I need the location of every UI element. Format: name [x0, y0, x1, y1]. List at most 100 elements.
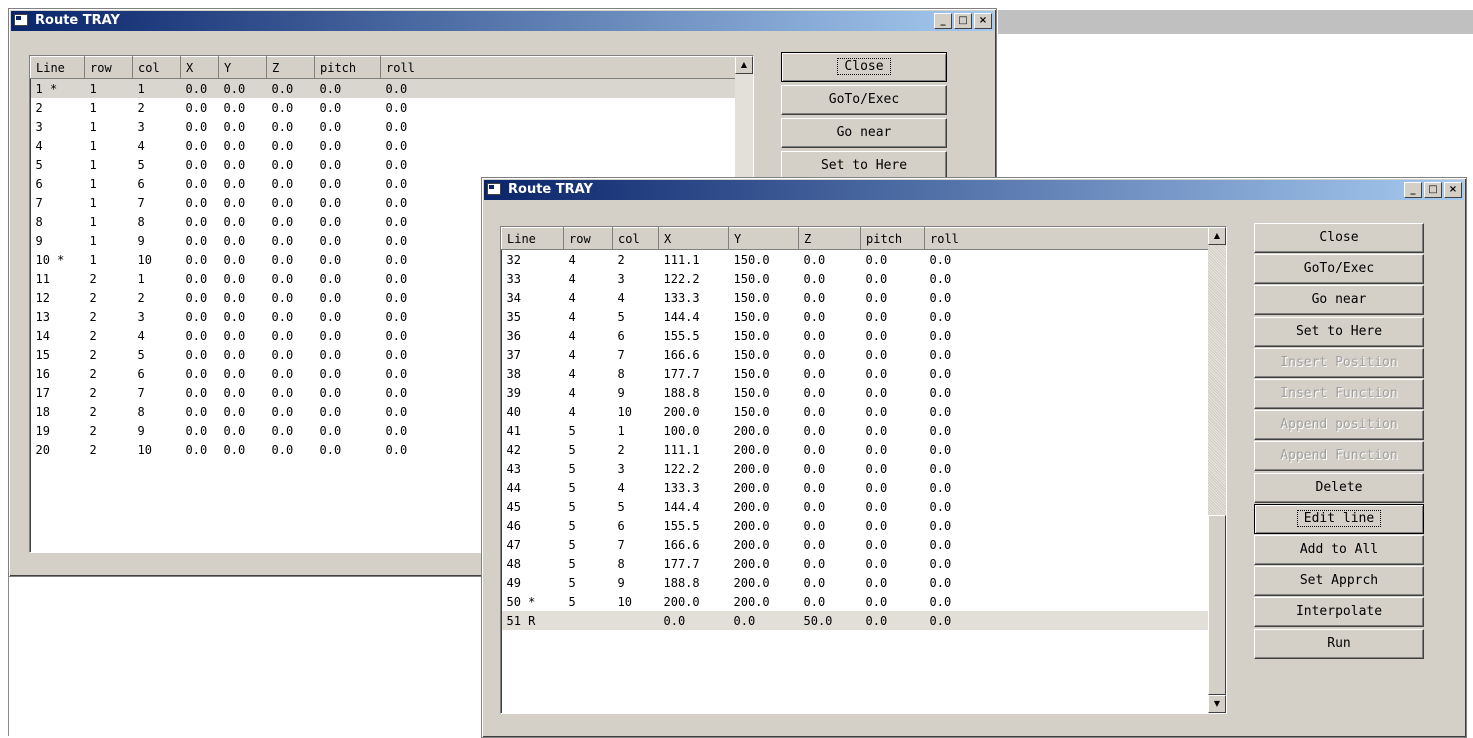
column-header-row[interactable]: row: [84, 56, 133, 79]
cell-roll: 0.0: [929, 328, 952, 343]
table-row[interactable]: 46 5 6 155.5 200.0 0.0 0.0 0.0: [502, 516, 1209, 535]
table-row[interactable]: 5 1 5 0.0 0.0 0.0 0.0 0.0: [31, 155, 736, 174]
cell-row: 1: [89, 252, 97, 267]
column-header-col[interactable]: col: [132, 56, 181, 79]
table-row[interactable]: 48 5 8 177.7 200.0 0.0 0.0 0.0: [502, 554, 1209, 573]
go-near-button[interactable]: Go near: [1254, 285, 1424, 316]
column-header-x[interactable]: X: [658, 227, 729, 250]
table-row[interactable]: 4 1 4 0.0 0.0 0.0 0.0 0.0: [31, 136, 736, 155]
column-header-pitch[interactable]: pitch: [314, 56, 381, 79]
table-row[interactable]: 45 5 5 144.4 200.0 0.0 0.0 0.0: [502, 497, 1209, 516]
column-header-x[interactable]: X: [180, 56, 219, 79]
cell-roll: 0.0: [924, 611, 1209, 630]
minimize-button[interactable]: _: [1404, 182, 1422, 198]
scroll-thumb[interactable]: [1208, 515, 1226, 695]
column-header-line[interactable]: Line: [30, 56, 85, 79]
route-grid[interactable]: Line row col X Y Zpitch roll 32 4 2 111.1 150.0 0.0…: [500, 226, 1227, 714]
set-to-here-button[interactable]: Set to Here: [1254, 316, 1424, 347]
cell-line: 36: [506, 328, 521, 343]
title-bar[interactable]: Route TRAY _ □ ×: [11, 11, 994, 31]
cell-col: 8: [137, 404, 145, 419]
cell-col: 3: [137, 309, 145, 324]
table-row[interactable]: 40 4 10 200.0 150.0 0.0 0.0 0.0: [502, 402, 1209, 421]
scroll-up-button[interactable]: ▲: [735, 56, 753, 74]
goto-exec-button[interactable]: GoTo/Exec: [781, 85, 947, 115]
cell-col: 1: [132, 78, 181, 98]
cell-y: 0.0: [223, 271, 246, 286]
table-row[interactable]: 37 4 7 166.6 150.0 0.0 0.0 0.0: [502, 345, 1209, 364]
cell-line: 10 *: [35, 252, 65, 267]
table-row[interactable]: 35 4 5 144.4 150.0 0.0 0.0 0.0: [502, 307, 1209, 326]
table-row[interactable]: 32 4 2 111.1 150.0 0.0 0.0 0.0: [502, 250, 1209, 270]
cell-roll: 0.0: [385, 119, 408, 134]
scroll-up-button[interactable]: ▲: [1208, 227, 1226, 245]
table-row[interactable]: 43 5 3 122.2 200.0 0.0 0.0 0.0: [502, 459, 1209, 478]
scroll-track[interactable]: [1208, 245, 1226, 515]
table-row[interactable]: 39 4 9 188.8 150.0 0.0 0.0 0.0: [502, 383, 1209, 402]
table-row[interactable]: 50 * 5 10 200.0 200.0 0.0 0.0 0.0: [502, 592, 1209, 611]
table-row[interactable]: 36 4 6 155.5 150.0 0.0 0.0 0.0: [502, 326, 1209, 345]
cell-x: 0.0: [185, 176, 208, 191]
column-header-z[interactable]: Z: [798, 227, 861, 250]
table-row[interactable]: 34 4 4 133.3 150.0 0.0 0.0 0.0: [502, 288, 1209, 307]
cell-z: 0.0: [271, 290, 294, 305]
table-row[interactable]: 51 R 0.0 0.0 50.0 0.0 0.0: [501, 611, 1209, 630]
title-bar[interactable]: Route TRAY _ □ ×: [484, 180, 1464, 200]
table-row[interactable]: 44 5 4 133.3 200.0 0.0 0.0 0.0: [502, 478, 1209, 497]
column-header-roll[interactable]: roll: [924, 227, 1209, 250]
column-header-line[interactable]: Line: [501, 227, 564, 250]
cell-y: 0.0: [223, 366, 246, 381]
add-to-all-button[interactable]: Add to All: [1254, 535, 1424, 565]
table-row[interactable]: 47 5 7 166.6 200.0 0.0 0.0 0.0: [502, 535, 1209, 554]
delete-button[interactable]: Delete: [1254, 472, 1424, 503]
go-near-button[interactable]: Go near: [781, 118, 947, 148]
maximize-button[interactable]: □: [1424, 182, 1442, 198]
table-row[interactable]: 33 4 3 122.2 150.0 0.0 0.0 0.0: [502, 269, 1209, 288]
set-apprch-button[interactable]: Set Apprch: [1254, 566, 1424, 597]
interpolate-button[interactable]: Interpolate: [1254, 597, 1424, 628]
cell-x: 188.8: [663, 385, 700, 400]
column-header-y[interactable]: Y: [218, 56, 267, 79]
table-row[interactable]: 1 * 1 1 0.0 0.0 0.0 0.0 0.0: [30, 78, 736, 98]
column-header-y[interactable]: Y: [728, 227, 799, 250]
cell-line: 51 R: [501, 611, 564, 630]
table-row[interactable]: 42 5 2 111.1 200.0 0.0 0.0 0.0: [502, 440, 1209, 459]
run-button[interactable]: Run: [1254, 628, 1424, 659]
table-row[interactable]: 41 5 1 100.0 200.0 0.0 0.0 0.0: [502, 421, 1209, 440]
close-button[interactable]: Close: [781, 52, 947, 82]
table-row[interactable]: 49 5 9 188.8 200.0 0.0 0.0 0.0: [502, 573, 1209, 592]
edit-line-button[interactable]: Edit line: [1254, 503, 1424, 534]
cell-z: 0.0: [271, 385, 294, 400]
cell-x: 200.0: [663, 594, 700, 609]
table-row[interactable]: 38 4 8 177.7 150.0 0.0 0.0 0.0: [502, 364, 1209, 383]
cell-roll: 0.0: [929, 499, 952, 514]
cell-x: 144.4: [663, 499, 700, 514]
vertical-scrollbar[interactable]: ▲ ▼: [1208, 227, 1226, 713]
cell-x: 200.0: [663, 404, 700, 419]
cell-pitch: 0.0: [319, 100, 342, 115]
cell-pitch: 0.0: [319, 347, 342, 362]
cell-col: 3: [137, 119, 145, 134]
scroll-down-button[interactable]: ▼: [1208, 695, 1226, 713]
maximize-button[interactable]: □: [954, 13, 972, 29]
column-header-row[interactable]: row: [563, 227, 613, 250]
column-header-z[interactable]: Z: [266, 56, 315, 79]
column-header-pitch[interactable]: pitch: [860, 227, 925, 250]
cell-line: 35: [506, 309, 521, 324]
close-button[interactable]: Close: [1254, 223, 1424, 253]
button-label: Set to Here: [1295, 323, 1383, 339]
cell-pitch: 0.0: [319, 195, 342, 210]
cell-col: 5: [137, 157, 145, 172]
cell-col: 3: [617, 461, 625, 476]
close-window-button[interactable]: ×: [1444, 182, 1462, 198]
column-header-roll[interactable]: roll: [380, 56, 736, 79]
table-row[interactable]: 3 1 3 0.0 0.0 0.0 0.0 0.0: [31, 117, 736, 136]
minimize-button[interactable]: _: [934, 13, 952, 29]
cell-x: 0.0: [185, 233, 208, 248]
goto-exec-button[interactable]: GoTo/Exec: [1254, 254, 1424, 285]
cell-y: 200.0: [733, 556, 770, 571]
table-row[interactable]: 2 1 2 0.0 0.0 0.0 0.0 0.0: [31, 98, 736, 117]
close-window-button[interactable]: ×: [974, 13, 992, 29]
cell-row: 2: [89, 423, 97, 438]
column-header-col[interactable]: col: [612, 227, 659, 250]
